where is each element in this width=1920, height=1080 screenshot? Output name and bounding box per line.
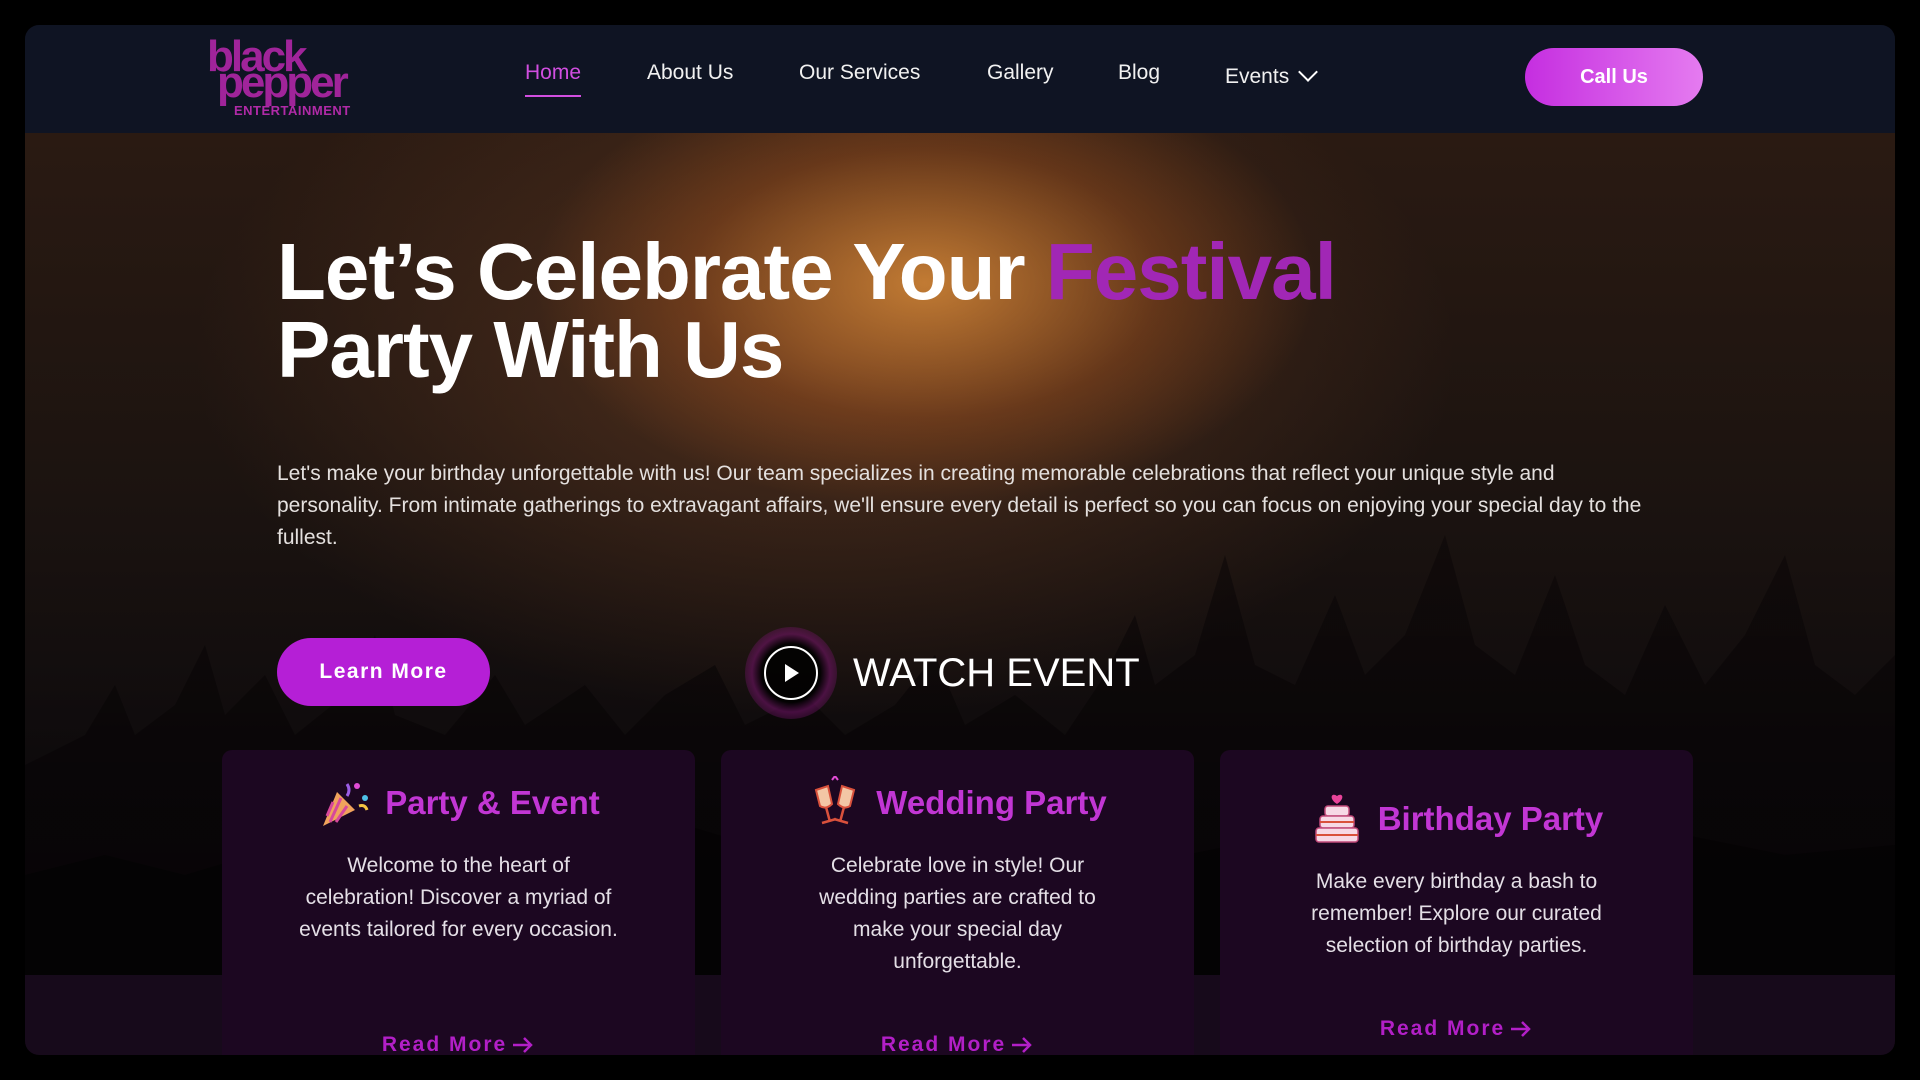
learn-more-button[interactable]: Learn More (277, 638, 490, 706)
card-title: Birthday Party (1377, 800, 1604, 837)
hero-title-part1: Let’s Celebrate Your (277, 227, 1046, 316)
hero-title-accent: Festival (1045, 227, 1337, 316)
hero-title-part2: Party With Us (277, 305, 784, 394)
party-popper-icon (323, 783, 369, 826)
card-description: Celebrate love in style! Our wedding par… (819, 854, 1096, 973)
nav-item-events[interactable]: Events (1225, 62, 1319, 99)
play-button-ring (745, 627, 837, 719)
card-title: Party & Event (385, 784, 600, 821)
read-more-link[interactable]: Read More (721, 1033, 1194, 1055)
read-more-label: Read More (381, 1033, 508, 1055)
arrow-right-icon (1012, 1037, 1032, 1054)
logo-tagline: ENTERTAINMENT (234, 103, 351, 118)
read-more-label: Read More (1379, 1017, 1506, 1040)
chevron-down-icon (1298, 62, 1319, 82)
birthday-cake-icon (1314, 794, 1359, 843)
card-header: Party & Event (222, 776, 695, 830)
site-header: black pepper ENTERTAINMENT Home About Us… (25, 25, 1895, 133)
watch-event-label: WATCH EVENT (853, 650, 1140, 695)
page-frame: black pepper ENTERTAINMENT Home About Us… (25, 25, 1895, 1055)
nav-item-blog[interactable]: Blog (1118, 61, 1160, 95)
call-us-button[interactable]: Call Us (1525, 48, 1703, 106)
logo-word-pepper: pepper (217, 58, 349, 107)
hero-title: Let’s Celebrate Your Festival Party With … (277, 232, 1337, 390)
champagne-glasses-icon (815, 776, 856, 825)
watch-event-button[interactable]: WATCH EVENT (745, 625, 1140, 721)
nav-item-home[interactable]: Home (525, 61, 582, 97)
card-header: Birthday Party (1220, 792, 1693, 846)
service-card-party-event: Party & Event Welcome to the heart of ce… (222, 750, 695, 1055)
hero-description: Let's make your birthday unforgettable w… (277, 462, 1642, 549)
card-description: Make every birthday a bash to remember! … (1311, 870, 1602, 957)
service-card-birthday-party: Birthday Party Make every birthday a bas… (1220, 750, 1693, 1055)
card-header: Wedding Party (721, 776, 1194, 830)
nav-item-events-label: Events (1225, 65, 1290, 88)
play-icon (764, 646, 818, 700)
read-more-label: Read More (880, 1033, 1007, 1055)
read-more-link[interactable]: Read More (222, 1033, 695, 1055)
read-more-link[interactable]: Read More (1220, 1017, 1693, 1041)
nav-item-our-services[interactable]: Our Services (799, 61, 920, 95)
card-title: Wedding Party (876, 784, 1107, 821)
arrow-right-icon (513, 1037, 533, 1054)
nav-item-about-us[interactable]: About Us (647, 61, 733, 95)
card-description: Welcome to the heart of celebration! Dis… (299, 854, 618, 941)
brand-logo[interactable]: black pepper ENTERTAINMENT (207, 33, 367, 121)
nav-item-gallery[interactable]: Gallery (987, 61, 1054, 95)
arrow-right-icon (1511, 1021, 1531, 1038)
service-card-wedding-party: Wedding Party Celebrate love in style! O… (721, 750, 1194, 1055)
